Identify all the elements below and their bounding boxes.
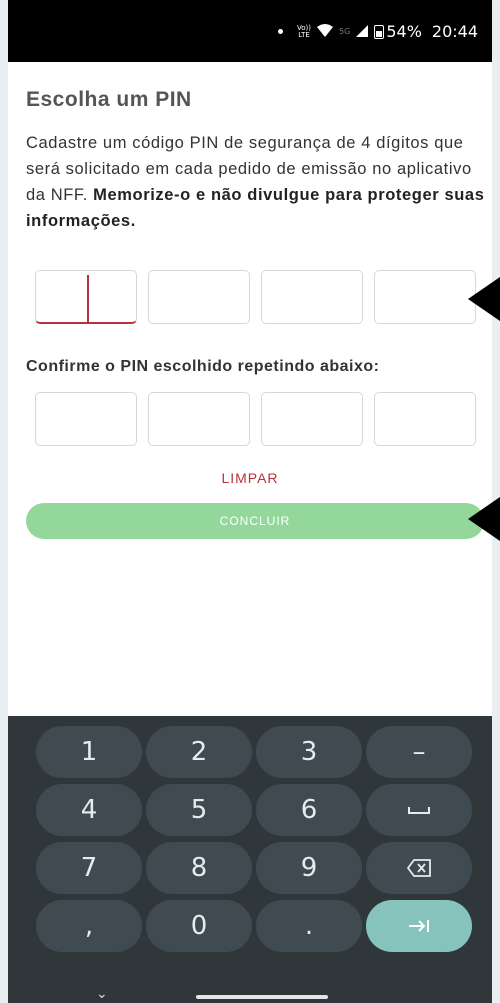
annotation-arrow-icon (468, 497, 500, 541)
key-2[interactable]: 2 (146, 726, 252, 778)
notification-dot-icon (278, 29, 284, 34)
keyboard-row-1: 1 2 3 – (36, 726, 472, 778)
pin-entry-row (35, 270, 476, 324)
space-icon (408, 807, 430, 814)
annotation-arrow-icon (468, 277, 500, 321)
clear-button[interactable]: LIMPAR (8, 470, 492, 486)
numeric-keyboard: 1 2 3 – 4 5 6 7 8 9 , 0 . ⌄ (8, 716, 492, 1003)
confirm-digit-2[interactable] (148, 392, 250, 446)
backspace-key[interactable] (366, 842, 472, 894)
keyboard-row-4: , 0 . (36, 900, 472, 952)
next-key[interactable] (366, 900, 472, 952)
submit-button[interactable]: CONCLUIR (26, 503, 484, 539)
key-9[interactable]: 9 (256, 842, 362, 894)
page-title: Escolha um PIN (26, 88, 192, 111)
key-5[interactable]: 5 (146, 784, 252, 836)
wifi-icon (317, 22, 334, 41)
description: Cadastre um código PIN de segurança de 4… (26, 130, 486, 234)
next-icon (409, 920, 429, 932)
confirm-pin-row (35, 392, 476, 446)
key-7[interactable]: 7 (36, 842, 142, 894)
backspace-icon (407, 859, 431, 877)
battery-percent: 54% (386, 22, 422, 41)
pin-digit-4[interactable] (374, 270, 476, 324)
description-warning: Memorize-o e não divulgue para proteger … (26, 186, 485, 230)
confirm-pin-label: Confirme o PIN escolhido repetindo abaix… (26, 358, 380, 375)
hide-keyboard-chevron-icon[interactable]: ⌄ (96, 986, 108, 1002)
pin-digit-3[interactable] (261, 270, 363, 324)
gesture-nav-bar[interactable] (196, 995, 328, 999)
keyboard-row-2: 4 5 6 (36, 784, 472, 836)
confirm-digit-3[interactable] (261, 392, 363, 446)
key-4[interactable]: 4 (36, 784, 142, 836)
battery-icon (374, 24, 385, 39)
key-6[interactable]: 6 (256, 784, 362, 836)
key-1[interactable]: 1 (36, 726, 142, 778)
key-dash[interactable]: – (366, 726, 472, 778)
key-comma[interactable]: , (36, 900, 142, 952)
volte-icon: Vo)) LTE (297, 23, 312, 39)
left-frame (0, 0, 8, 1003)
status-bar: Vo)) LTE 5G 54% 20:44 (8, 0, 492, 62)
key-8[interactable]: 8 (146, 842, 252, 894)
key-period[interactable]: . (256, 900, 362, 952)
clock: 20:44 (431, 22, 478, 41)
5g-icon: 5G (339, 27, 351, 36)
signal-icon (356, 22, 369, 41)
space-key[interactable] (366, 784, 472, 836)
confirm-digit-1[interactable] (35, 392, 137, 446)
pin-digit-1[interactable] (35, 270, 137, 324)
status-icons: Vo)) LTE 5G 54% 20:44 (278, 22, 478, 41)
confirm-digit-4[interactable] (374, 392, 476, 446)
text-cursor (87, 275, 89, 323)
keyboard-row-3: 7 8 9 (36, 842, 472, 894)
pin-digit-2[interactable] (148, 270, 250, 324)
key-3[interactable]: 3 (256, 726, 362, 778)
key-0[interactable]: 0 (146, 900, 252, 952)
